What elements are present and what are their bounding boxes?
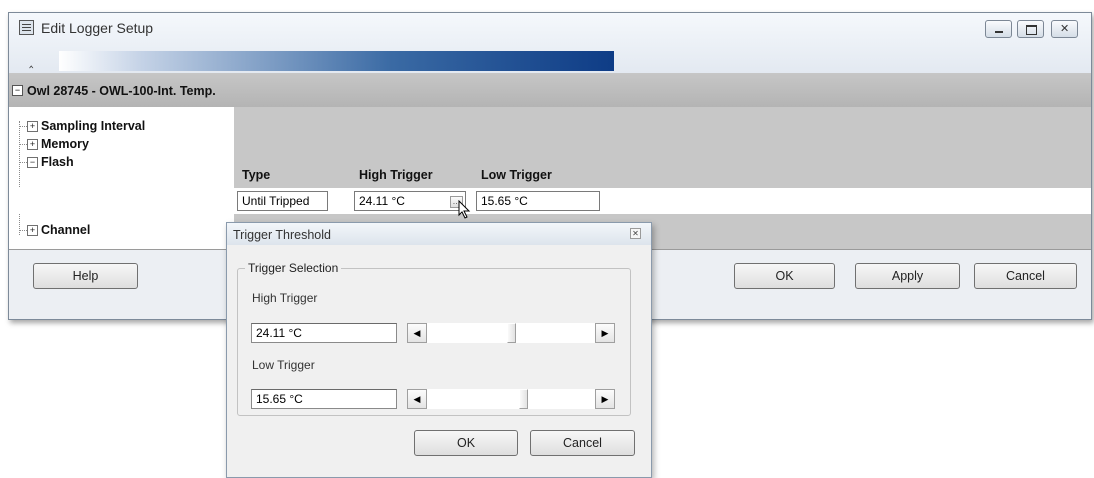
low-trigger-input[interactable] [251,389,397,409]
ok-button[interactable]: OK [734,263,835,289]
tree-connector [19,121,20,235]
caret-icon: ‸ [29,53,34,68]
logger-header: − Owl 28745 - OWL-100-Int. Temp. [9,73,1091,107]
expand-icon[interactable]: + [27,225,38,236]
tree-connector [19,162,27,163]
tree-connector [19,144,27,145]
tree-item-flash[interactable]: Flash [41,155,74,169]
tree-item-channel[interactable]: Channel [41,223,90,237]
trigger-threshold-dialog: Trigger Threshold ✕ Trigger Selection Hi… [226,222,652,478]
slider-thumb[interactable] [519,389,528,409]
logger-name: Owl 28745 - OWL-100-Int. Temp. [27,84,216,98]
maximize-button[interactable] [1017,20,1044,38]
window-title: Edit Logger Setup [41,20,154,36]
slider-thumb[interactable] [507,323,516,343]
collapse-icon[interactable]: − [12,85,23,96]
cursor-icon [458,200,471,219]
low-trigger-label: Low Trigger [252,358,315,372]
scroll-right-icon[interactable]: ▶ [595,389,615,409]
collapse-icon[interactable]: − [27,157,38,168]
scroll-left-icon[interactable]: ◀ [407,323,427,343]
dialog-title: Trigger Threshold [233,228,331,242]
tree-item-sampling-interval[interactable]: Sampling Interval [41,119,145,133]
expand-icon[interactable]: + [27,121,38,132]
tree-connector [19,126,27,127]
scroll-right-icon[interactable]: ▶ [595,323,615,343]
title-bar[interactable]: Edit Logger Setup ‸ [9,13,1091,73]
help-button[interactable]: Help [33,263,138,289]
expand-icon[interactable]: + [27,139,38,150]
dialog-ok-button[interactable]: OK [414,430,518,456]
high-trigger-label: High Trigger [252,291,318,305]
column-low-trigger: Low Trigger [481,168,552,182]
scroll-left-icon[interactable]: ◀ [407,389,427,409]
tree-item-memory[interactable]: Memory [41,137,89,151]
high-trigger-slider[interactable]: ◀ ▶ [407,323,615,343]
low-trigger-slider[interactable]: ◀ ▶ [407,389,615,409]
type-cell[interactable]: Until Tripped [237,191,328,211]
cancel-button[interactable]: Cancel [974,263,1077,289]
column-type: Type [242,168,271,182]
title-gradient [59,51,614,71]
close-icon[interactable]: ✕ [630,228,641,239]
dialog-cancel-button[interactable]: Cancel [530,430,635,456]
apply-button[interactable]: Apply [855,263,960,289]
dialog-title-bar[interactable]: Trigger Threshold ✕ [227,223,651,245]
group-label: Trigger Selection [245,261,342,275]
low-trigger-cell[interactable]: 15.65 °C [476,191,600,211]
close-button[interactable] [1051,20,1078,38]
column-high-trigger: High Trigger [359,168,433,182]
tree-connector [19,230,27,231]
minimize-button[interactable] [985,20,1012,38]
high-trigger-input[interactable] [251,323,397,343]
app-icon [19,20,34,35]
